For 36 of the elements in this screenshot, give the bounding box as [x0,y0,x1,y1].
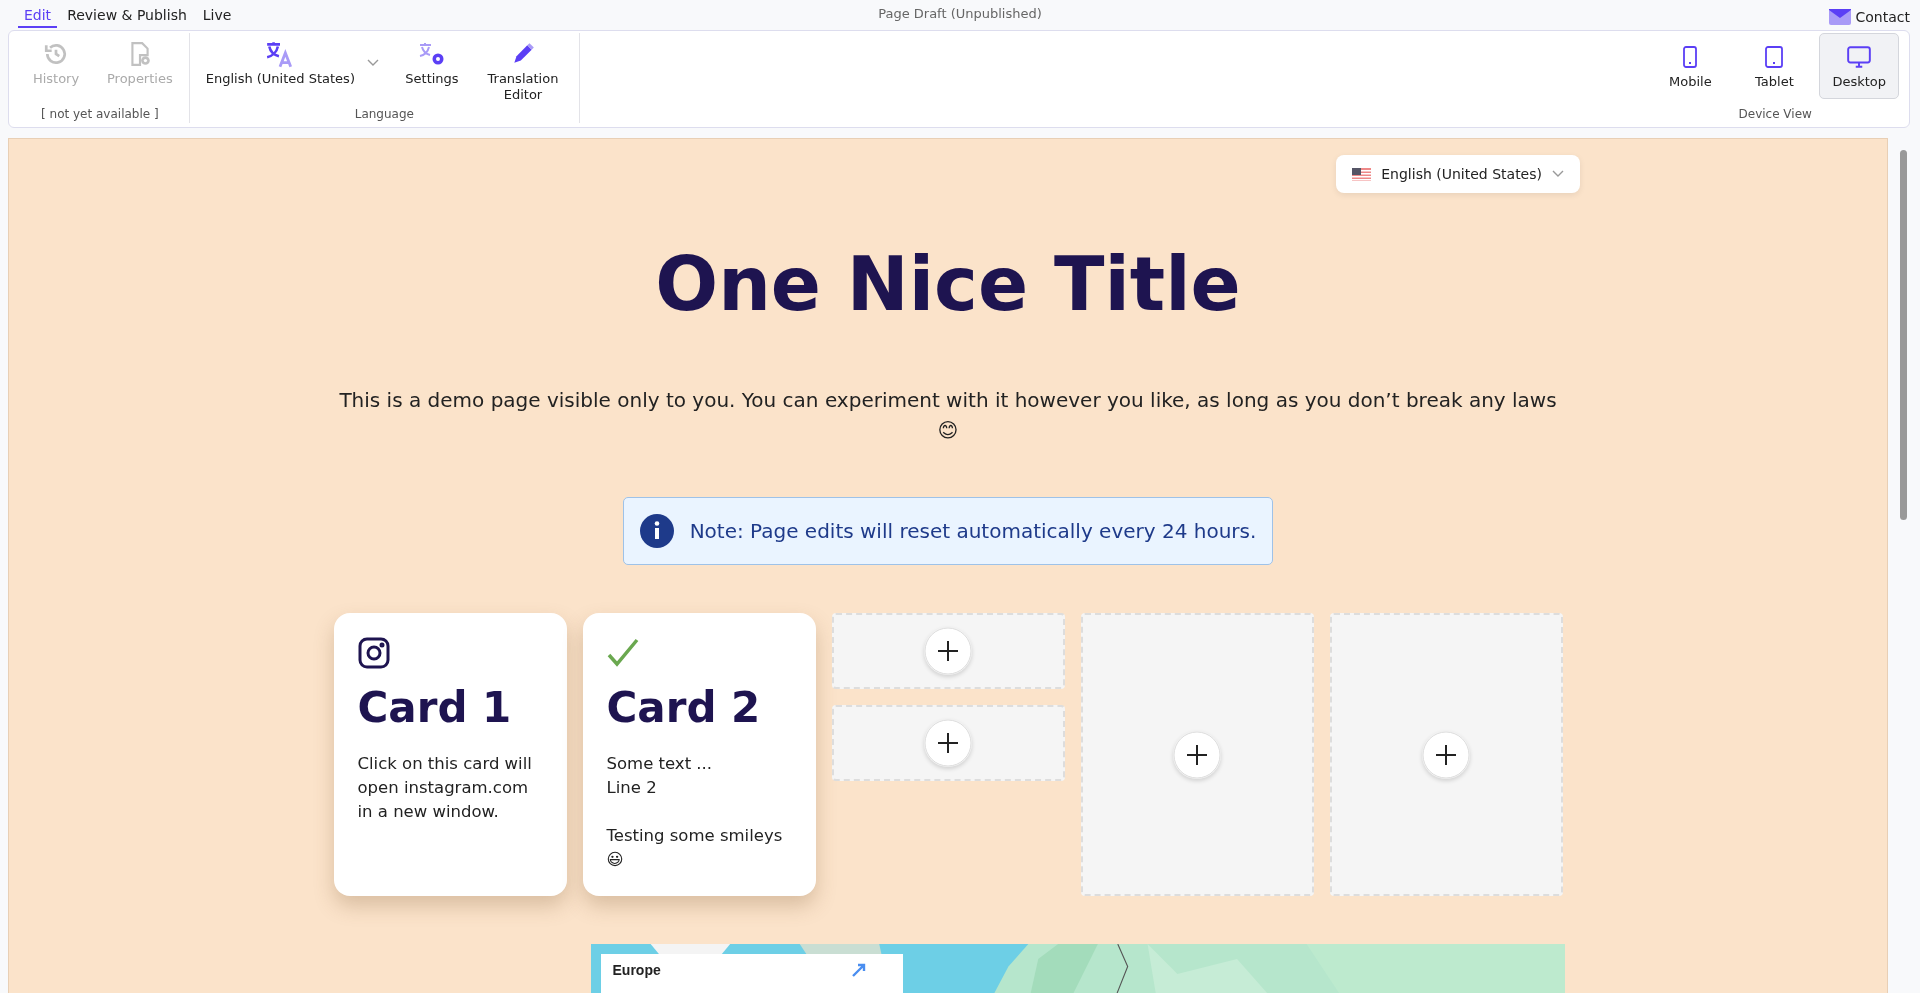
checkmark-icon [606,637,639,669]
tab[interactable]: Edit [18,2,58,28]
page-title: One Nice Title [654,241,1242,327]
group-label: Language [354,107,414,123]
card-title: Card 1 [357,683,513,732]
card[interactable]: Card 2 Some text ... Line 2 Testing some smileys 😃 [582,613,816,896]
language-dropdown[interactable]: English (United States) [1336,155,1580,193]
document-title: Page Draft (Unpublished) [878,6,1042,21]
flag-icon [1352,167,1372,181]
add-button[interactable] [924,627,972,675]
intro-text: This is a demo page visible only to you. You can experiment with it however you like, as long as you don’t break any laws 😊 [338,387,1558,444]
card-text: Click on this card will open instagram.com in a new window. [357,753,533,823]
toolbar-button[interactable]: Settings [394,33,469,87]
map-place-title: Europe [612,962,661,980]
group-label: [ not yet available ] [41,107,159,123]
tab[interactable]: Review & Publish [61,2,193,28]
device-button[interactable]: Mobile [1651,33,1730,99]
card-title: Card 2 [606,683,762,732]
card-text: Some text ... Line 2 Testing some smileys 😃 [606,753,784,871]
device-button[interactable]: Tablet [1735,33,1814,99]
group-label: Device View [1738,107,1812,123]
add-button[interactable] [1422,730,1470,779]
info-icon [639,514,674,548]
card[interactable]: Card 1 Click on this card will open instagram.com in a new window. [333,613,567,896]
device-button[interactable]: Desktop [1819,33,1899,99]
chevron-down-icon [1552,170,1564,178]
contact-link[interactable]: Contact [1855,9,1910,25]
envelope-icon [1828,9,1851,25]
add-button[interactable] [1173,730,1221,779]
chevron-down-icon [366,59,379,67]
language-dropdown[interactable]: English (United States) [197,33,389,87]
camera-icon [357,637,390,669]
add-button[interactable] [924,719,972,767]
toolbar-button[interactable]: Translation Editor [474,33,571,103]
note-text: Note: Page edits will reset automatically every 24 hours. [689,519,1257,543]
tab[interactable]: Live [196,2,238,28]
